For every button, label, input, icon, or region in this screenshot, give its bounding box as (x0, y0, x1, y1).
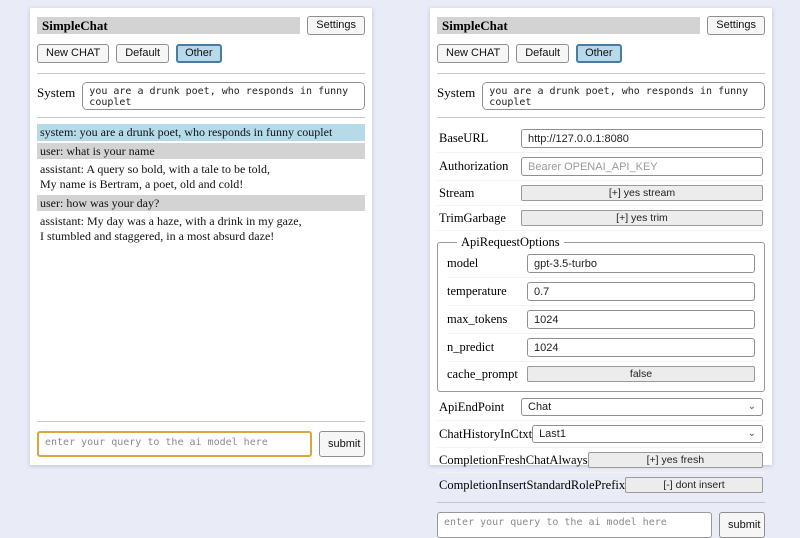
completion-insert-toggle-button[interactable]: [-] dont insert (625, 477, 763, 493)
app-title: SimpleChat (437, 17, 700, 34)
divider (437, 502, 765, 503)
apiendpoint-label: ApiEndPoint (439, 400, 504, 415)
setting-row-max-tokens: max_tokens (447, 306, 755, 334)
system-prompt-input[interactable]: you are a drunk poet, who responds in fu… (482, 82, 765, 110)
spacer (37, 246, 365, 416)
system-prompt-row: System you are a drunk poet, who respond… (37, 82, 365, 110)
cache-prompt-label: cache_prompt (447, 367, 518, 382)
n-predict-label: n_predict (447, 340, 494, 355)
settings-button[interactable]: Settings (707, 16, 765, 35)
app-title: SimpleChat (37, 17, 300, 34)
system-prompt-label: System (37, 82, 75, 101)
setting-row-n-predict: n_predict (447, 334, 755, 362)
chat-panel: SimpleChat Settings New CHAT Default Oth… (30, 8, 372, 465)
api-endpoint-value: Chat (528, 401, 551, 413)
system-prompt-label: System (437, 82, 475, 101)
query-input[interactable] (37, 431, 312, 457)
session-toolbar: New CHAT Default Other (437, 44, 765, 63)
temperature-input[interactable] (527, 282, 755, 301)
setting-row-authorization: Authorization (437, 153, 765, 181)
cache-prompt-toggle-button[interactable]: false (527, 366, 755, 382)
chat-message-assistant: assistant: A query so bold, with a tale … (37, 161, 365, 192)
completion-fresh-label: CompletionFreshChatAlways (439, 453, 588, 468)
temperature-label: temperature (447, 284, 507, 299)
trimgarbage-label: TrimGarbage (439, 211, 506, 226)
authorization-label: Authorization (439, 159, 508, 174)
authorization-input[interactable] (521, 157, 763, 176)
model-label: model (447, 256, 478, 271)
chathistory-label: ChatHistoryInCtxt (439, 427, 532, 442)
setting-row-cache-prompt: cache_prompt false (447, 362, 755, 386)
divider (437, 73, 765, 74)
settings-form: BaseURL Authorization Stream [+] yes str… (437, 125, 765, 497)
max-tokens-label: max_tokens (447, 312, 507, 327)
setting-row-model: model (447, 250, 755, 278)
api-request-options-fieldset: ApiRequestOptions model temperature max_… (437, 235, 765, 392)
setting-row-completion-fresh: CompletionFreshChatAlways [+] yes fresh (437, 448, 765, 473)
setting-row-baseurl: BaseURL (437, 125, 765, 153)
stream-toggle-button[interactable]: [+] yes stream (521, 185, 763, 201)
app-header: SimpleChat Settings (437, 16, 765, 35)
setting-row-completion-insert: CompletionInsertStandardRolePrefix [-] d… (437, 473, 765, 497)
system-prompt-input[interactable]: you are a drunk poet, who responds in fu… (82, 82, 365, 110)
submit-button[interactable]: submit (319, 431, 365, 457)
divider (37, 73, 365, 74)
chat-message-user: user: how was your day? (37, 195, 365, 212)
max-tokens-input[interactable] (527, 310, 755, 329)
setting-row-stream: Stream [+] yes stream (437, 181, 765, 206)
app-header: SimpleChat Settings (37, 16, 365, 35)
query-input[interactable] (437, 512, 712, 538)
chevron-down-icon: ⌄ (748, 403, 756, 411)
session-tab-default[interactable]: Default (516, 44, 569, 63)
setting-row-temperature: temperature (447, 278, 755, 306)
chat-message-system: system: you are a drunk poet, who respon… (37, 124, 365, 141)
stream-label: Stream (439, 186, 474, 201)
chat-history-value: Last1 (539, 428, 566, 440)
session-tab-other[interactable]: Other (176, 44, 222, 63)
chat-message-list: system: you are a drunk poet, who respon… (37, 124, 365, 246)
new-chat-button[interactable]: New CHAT (437, 44, 509, 63)
baseurl-label: BaseURL (439, 131, 488, 146)
query-row: submit (37, 431, 365, 457)
query-row: submit (437, 512, 765, 538)
completion-fresh-toggle-button[interactable]: [+] yes fresh (588, 452, 763, 468)
settings-panel: SimpleChat Settings New CHAT Default Oth… (430, 8, 772, 465)
session-tab-other[interactable]: Other (576, 44, 622, 63)
divider (37, 421, 365, 422)
model-input[interactable] (527, 254, 755, 273)
chat-history-select[interactable]: Last1 ⌄ (532, 425, 763, 443)
chevron-down-icon: ⌄ (748, 430, 756, 438)
api-endpoint-select[interactable]: Chat ⌄ (521, 398, 763, 416)
chat-message-assistant: assistant: My day was a haze, with a dri… (37, 213, 365, 244)
setting-row-apiendpoint: ApiEndPoint Chat ⌄ (437, 394, 765, 421)
session-toolbar: New CHAT Default Other (37, 44, 365, 63)
api-request-options-legend: ApiRequestOptions (457, 235, 564, 250)
system-prompt-row: System you are a drunk poet, who respond… (437, 82, 765, 110)
divider (437, 117, 765, 118)
setting-row-chathistory: ChatHistoryInCtxt Last1 ⌄ (437, 421, 765, 448)
divider (37, 117, 365, 118)
n-predict-input[interactable] (527, 338, 755, 357)
submit-button[interactable]: submit (719, 512, 765, 538)
baseurl-input[interactable] (521, 129, 763, 148)
trimgarbage-toggle-button[interactable]: [+] yes trim (521, 210, 763, 226)
new-chat-button[interactable]: New CHAT (37, 44, 109, 63)
setting-row-trimgarbage: TrimGarbage [+] yes trim (437, 206, 765, 231)
settings-button[interactable]: Settings (307, 16, 365, 35)
chat-message-user: user: what is your name (37, 143, 365, 160)
session-tab-default[interactable]: Default (116, 44, 169, 63)
